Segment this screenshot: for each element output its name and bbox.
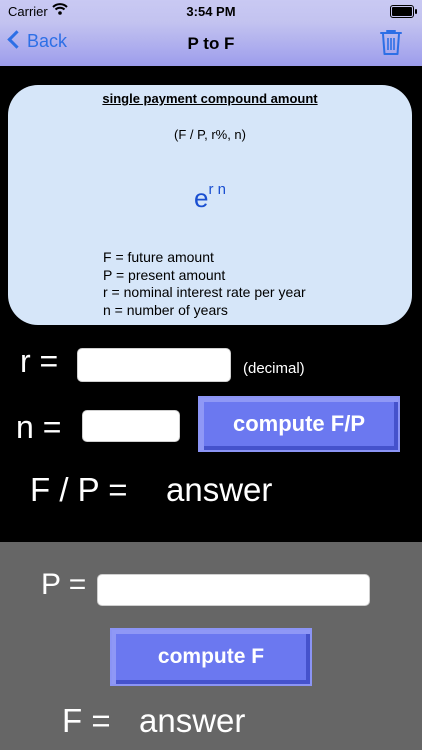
formula-base: e <box>194 183 209 213</box>
p-input[interactable] <box>97 574 370 606</box>
r-label: r = <box>20 343 59 379</box>
page-title: P to F <box>187 34 235 53</box>
legend-item: P = present amount <box>103 266 226 283</box>
formula-title: single payment compound amount <box>102 91 318 106</box>
legend-item: r = nominal interest rate per year <box>103 284 306 300</box>
formula-exponent: r n <box>208 181 226 199</box>
navigation-bar: Back P to F <box>0 22 422 66</box>
r-unit-label: (decimal) <box>243 360 305 377</box>
status-bar: Carrier 3:54 PM <box>0 0 422 22</box>
formula-card: single payment compound amount (F / P, r… <box>8 85 412 325</box>
fp-answer: answer <box>166 471 273 508</box>
formula-notation: (F / P, r%, n) <box>174 127 246 142</box>
f-label: F = <box>62 702 111 739</box>
n-label: n = <box>16 409 62 445</box>
fp-label: F / P = <box>30 471 128 508</box>
legend-item: n = number of years <box>103 301 228 318</box>
r-input[interactable] <box>77 348 231 382</box>
status-time: 3:54 PM <box>186 4 236 19</box>
f-answer: answer <box>139 702 246 739</box>
legend-item: F = future amount <box>103 249 214 265</box>
n-input[interactable] <box>82 410 180 442</box>
compute-f-button[interactable]: compute F <box>110 628 312 686</box>
trash-button[interactable] <box>380 28 402 61</box>
future-amount-panel: P = compute F F = answer <box>0 542 422 750</box>
trash-icon <box>380 30 402 55</box>
formula-expression: er n <box>8 181 412 214</box>
variable-legend: F = future amount P = present amount r =… <box>103 249 306 319</box>
p-label: P = <box>41 568 87 601</box>
battery-icon <box>390 5 417 18</box>
compute-fp-button[interactable]: compute F/P <box>198 396 400 452</box>
